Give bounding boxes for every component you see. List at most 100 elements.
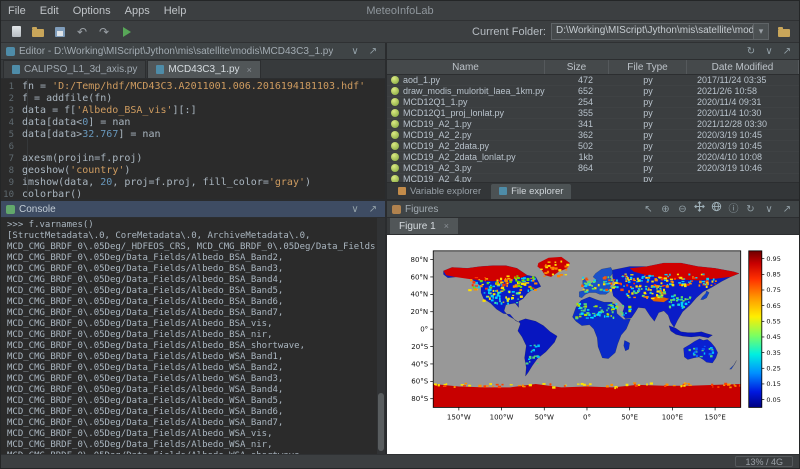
menu-edit[interactable]: Edit (33, 1, 66, 20)
combobox-dropdown-icon[interactable]: ▾ (753, 24, 768, 39)
python-file-icon (391, 175, 399, 182)
code-line: 10colorbar() (1, 189, 385, 199)
variable-explorer-icon (398, 187, 406, 195)
collapse-icon[interactable]: ∨ (762, 44, 776, 59)
column-header-size[interactable]: Size (545, 60, 609, 74)
collapse-icon[interactable]: ∨ (348, 202, 362, 217)
file-row[interactable]: draw_modis_mulorbit_laea_1km.py652py2021… (387, 86, 799, 97)
scrollbar-thumb[interactable] (378, 393, 384, 451)
file-row[interactable]: MCD19_A2_4.pypy (387, 174, 799, 182)
run-icon (123, 27, 131, 37)
console-line: MCD_CMG_BRDF_0\.05Deg/Data_Fields/Albedo… (7, 330, 375, 341)
file-row[interactable]: aod_1.py472py2017/11/24 03:35 (387, 75, 799, 86)
python-file-icon (391, 76, 399, 84)
file-size-cell: 355 (545, 108, 609, 118)
new-file-button[interactable] (6, 23, 26, 41)
collapse-icon[interactable]: ∨ (348, 44, 362, 59)
file-name-cell: MCD19_A2_2data_lonlat.py (387, 152, 545, 162)
svg-text:100°W: 100°W (490, 413, 514, 421)
console-line: MCD_CMG_BRDF_0\.05Deg/_HDFEOS_CRS, MCD_C… (7, 242, 375, 253)
column-header-name[interactable]: Name (387, 60, 545, 74)
float-icon[interactable]: ↗ (780, 202, 794, 217)
figure-canvas[interactable]: 80°N60°N40°N20°N0°20°S40°S60°S80°S150°W1… (387, 235, 799, 454)
line-number: 8 (1, 165, 22, 177)
file-date-cell: 2020/4/10 10:08 (687, 152, 799, 162)
svg-text:0°: 0° (420, 326, 428, 334)
menu-help[interactable]: Help (157, 1, 194, 20)
zoom-out-icon[interactable]: ⊖ (675, 202, 690, 217)
figures-panel-header: Figures ↖⊕⊖ⓘ↻ ∨ ↗ (387, 201, 799, 218)
choose-folder-button[interactable] (774, 23, 794, 41)
explorer-bottom-tabs: Variable explorerFile explorer (387, 182, 799, 199)
code-text: data = f['Albedo_BSA_vis'][:] (22, 105, 197, 117)
refresh-icon[interactable]: ↻ (744, 44, 758, 59)
menu-apps[interactable]: Apps (118, 1, 157, 20)
svg-text:40°N: 40°N (410, 291, 428, 299)
left-column: Editor - D:\Working\MIScript\Jython\mis\… (1, 43, 385, 454)
rotate-icon[interactable]: ↻ (743, 202, 758, 217)
redo-button[interactable]: ↷ (94, 23, 114, 41)
right-column: ↻ ∨ ↗ NameSizeFile TypeDate Modified aod… (387, 43, 799, 454)
code-text: imshow(data, 20, proj=f.proj, fill_color… (22, 177, 311, 189)
file-row[interactable]: MCD12Q1_1.py254py2020/11/4 09:31 (387, 97, 799, 108)
zoom-in-icon[interactable]: ⊕ (658, 202, 673, 217)
svg-text:40°S: 40°S (411, 360, 428, 368)
code-editor[interactable]: 1fn = 'D:/Temp/hdf/MCD43C3.A2011001.006.… (1, 79, 385, 199)
file-date-cell: 2020/3/19 10:46 (687, 163, 799, 173)
current-folder-combobox[interactable]: D:\Working\MIScript\Jython\mis\satellite… (551, 23, 769, 40)
code-line: 1fn = 'D:/Temp/hdf/MCD43C3.A2011001.006.… (1, 81, 385, 93)
file-row[interactable]: MCD19_A2_2data.py502py2020/3/19 10:45 (387, 141, 799, 152)
file-row[interactable]: MCD12Q1_proj_lonlat.py355py2020/11/4 10:… (387, 108, 799, 119)
close-icon[interactable]: × (247, 65, 252, 75)
console-line: MCD_CMG_BRDF_0\.05Deg/Data_Fields/Albedo… (7, 440, 375, 451)
svg-text:20°S: 20°S (411, 343, 428, 351)
file-row[interactable]: MCD19_A2_2data_lonlat.py1kbpy2020/4/10 1… (387, 152, 799, 163)
code-line: 5data[data>32.767] = nan (1, 129, 385, 141)
python-file-icon (391, 87, 399, 95)
file-size-cell: 1kb (545, 152, 609, 162)
file-date-cell: 2017/11/24 03:35 (687, 75, 799, 85)
identify-icon[interactable]: ⓘ (726, 202, 741, 217)
undo-button[interactable]: ↶ (72, 23, 92, 41)
full-extent-icon[interactable] (709, 201, 724, 217)
console-line: [StructMetadata\.0, CoreMetadata\.0, Arc… (7, 231, 375, 242)
console-line: MCD_CMG_BRDF_0\.05Deg/Data_Fields/Albedo… (7, 407, 375, 418)
open-file-button[interactable] (28, 23, 48, 41)
editor-tab-calipso-l1-3d-axis-py[interactable]: CALIPSO_L1_3d_axis.py (3, 60, 146, 78)
svg-text:0.65: 0.65 (766, 302, 781, 310)
pointer-icon[interactable]: ↖ (641, 202, 656, 217)
tab-variable-explorer[interactable]: Variable explorer (390, 184, 489, 199)
file-name-cell: MCD12Q1_1.py (387, 97, 545, 107)
editor-tab-mcd43c3-1-py[interactable]: MCD43C3_1.py× (147, 60, 260, 78)
column-header-file-type[interactable]: File Type (609, 60, 687, 74)
tab-file-explorer[interactable]: File explorer (491, 184, 571, 199)
pan-icon[interactable] (692, 201, 707, 217)
float-icon[interactable]: ↗ (780, 44, 794, 59)
float-icon[interactable]: ↗ (366, 202, 380, 217)
file-size-cell: 864 (545, 163, 609, 173)
new-file-icon (12, 26, 21, 37)
console-panel-title: Console (19, 204, 56, 215)
current-folder-label: Current Folder: (472, 26, 546, 38)
file-date-cell: 2020/11/4 09:31 (687, 97, 799, 107)
menu-options[interactable]: Options (66, 1, 118, 20)
close-icon[interactable]: × (444, 221, 449, 231)
code-text: data[data>32.767] = nan (22, 129, 161, 141)
tab-figure-1[interactable]: Figure 1 × (390, 218, 458, 234)
file-row[interactable]: MCD19_A2_1.py341py2021/12/28 03:30 (387, 119, 799, 130)
console-line: MCD_CMG_BRDF_0\.05Deg/Data_Fields/Albedo… (7, 374, 375, 385)
titlebar: FileEditOptionsAppsHelp MeteoInfoLab (1, 1, 799, 21)
save-file-button[interactable] (50, 23, 70, 41)
collapse-icon[interactable]: ∨ (762, 202, 776, 217)
console-output[interactable]: >>> f.varnames()[StructMetadata\.0, Core… (1, 218, 385, 454)
menu-file[interactable]: File (1, 1, 33, 20)
run-script-button[interactable] (116, 23, 136, 41)
column-header-date-modified[interactable]: Date Modified (687, 60, 799, 74)
editor-panel-header: Editor - D:\Working\MIScript\Jython\mis\… (1, 43, 385, 60)
console-scrollbar[interactable] (377, 218, 385, 454)
file-name-cell: MCD19_A2_4.py (387, 174, 545, 182)
file-row[interactable]: MCD19_A2_2.py362py2020/3/19 10:45 (387, 130, 799, 141)
console-line: MCD_CMG_BRDF_0\.05Deg/Data_Fields/Albedo… (7, 385, 375, 396)
file-row[interactable]: MCD19_A2_3.py864py2020/3/19 10:46 (387, 163, 799, 174)
float-icon[interactable]: ↗ (366, 44, 380, 59)
